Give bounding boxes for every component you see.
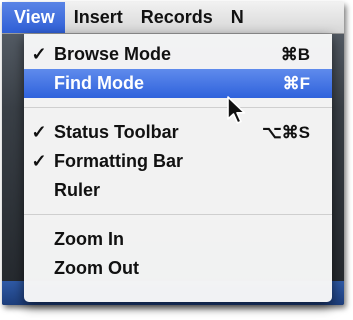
- menu-item-zoom-in[interactable]: Zoom In: [24, 225, 332, 254]
- menu-item-shortcut: ⌘B: [280, 45, 310, 64]
- menu-item-label: Status Toolbar: [54, 122, 179, 142]
- menu-item-browse-mode[interactable]: ✓ Browse Mode ⌘B: [24, 40, 332, 69]
- menu-item-formatting-bar[interactable]: ✓ Formatting Bar: [24, 147, 332, 176]
- menu-separator: [24, 107, 332, 108]
- menu-item-find-mode[interactable]: Find Mode ⌘F: [24, 69, 332, 98]
- menu-item-status-toolbar[interactable]: ✓ Status Toolbar ⌥⌘S: [24, 118, 332, 147]
- menu-item-shortcut: ⌥⌘S: [262, 123, 310, 142]
- menu-item-zoom-out[interactable]: Zoom Out: [24, 254, 332, 283]
- checkmark-icon: ✓: [31, 151, 47, 171]
- menu-view[interactable]: View: [2, 2, 65, 33]
- view-menu-dropdown: ✓ Browse Mode ⌘B Find Mode ⌘F ✓ Status T…: [24, 34, 332, 302]
- menu-item-label: Zoom In: [54, 229, 124, 249]
- menu-records[interactable]: Records: [132, 2, 222, 33]
- menu-item-ruler[interactable]: Ruler: [24, 176, 332, 205]
- menu-item-label: Find Mode: [54, 73, 144, 93]
- menu-item-label: Formatting Bar: [54, 151, 184, 171]
- mouse-pointer-icon: [227, 96, 246, 124]
- menu-item-label: Ruler: [54, 180, 101, 200]
- menu-insert[interactable]: Insert: [65, 2, 132, 33]
- menu-bar: View Insert Records N: [2, 2, 344, 34]
- checkmark-icon: ✓: [31, 44, 47, 64]
- menu-next-truncated[interactable]: N: [222, 2, 253, 33]
- menu-item-shortcut: ⌘F: [282, 74, 310, 93]
- checkmark-icon: ✓: [31, 122, 47, 142]
- menu-separator: [24, 214, 332, 215]
- menu-item-label: Zoom Out: [54, 258, 139, 278]
- menu-item-label: Browse Mode: [54, 44, 172, 64]
